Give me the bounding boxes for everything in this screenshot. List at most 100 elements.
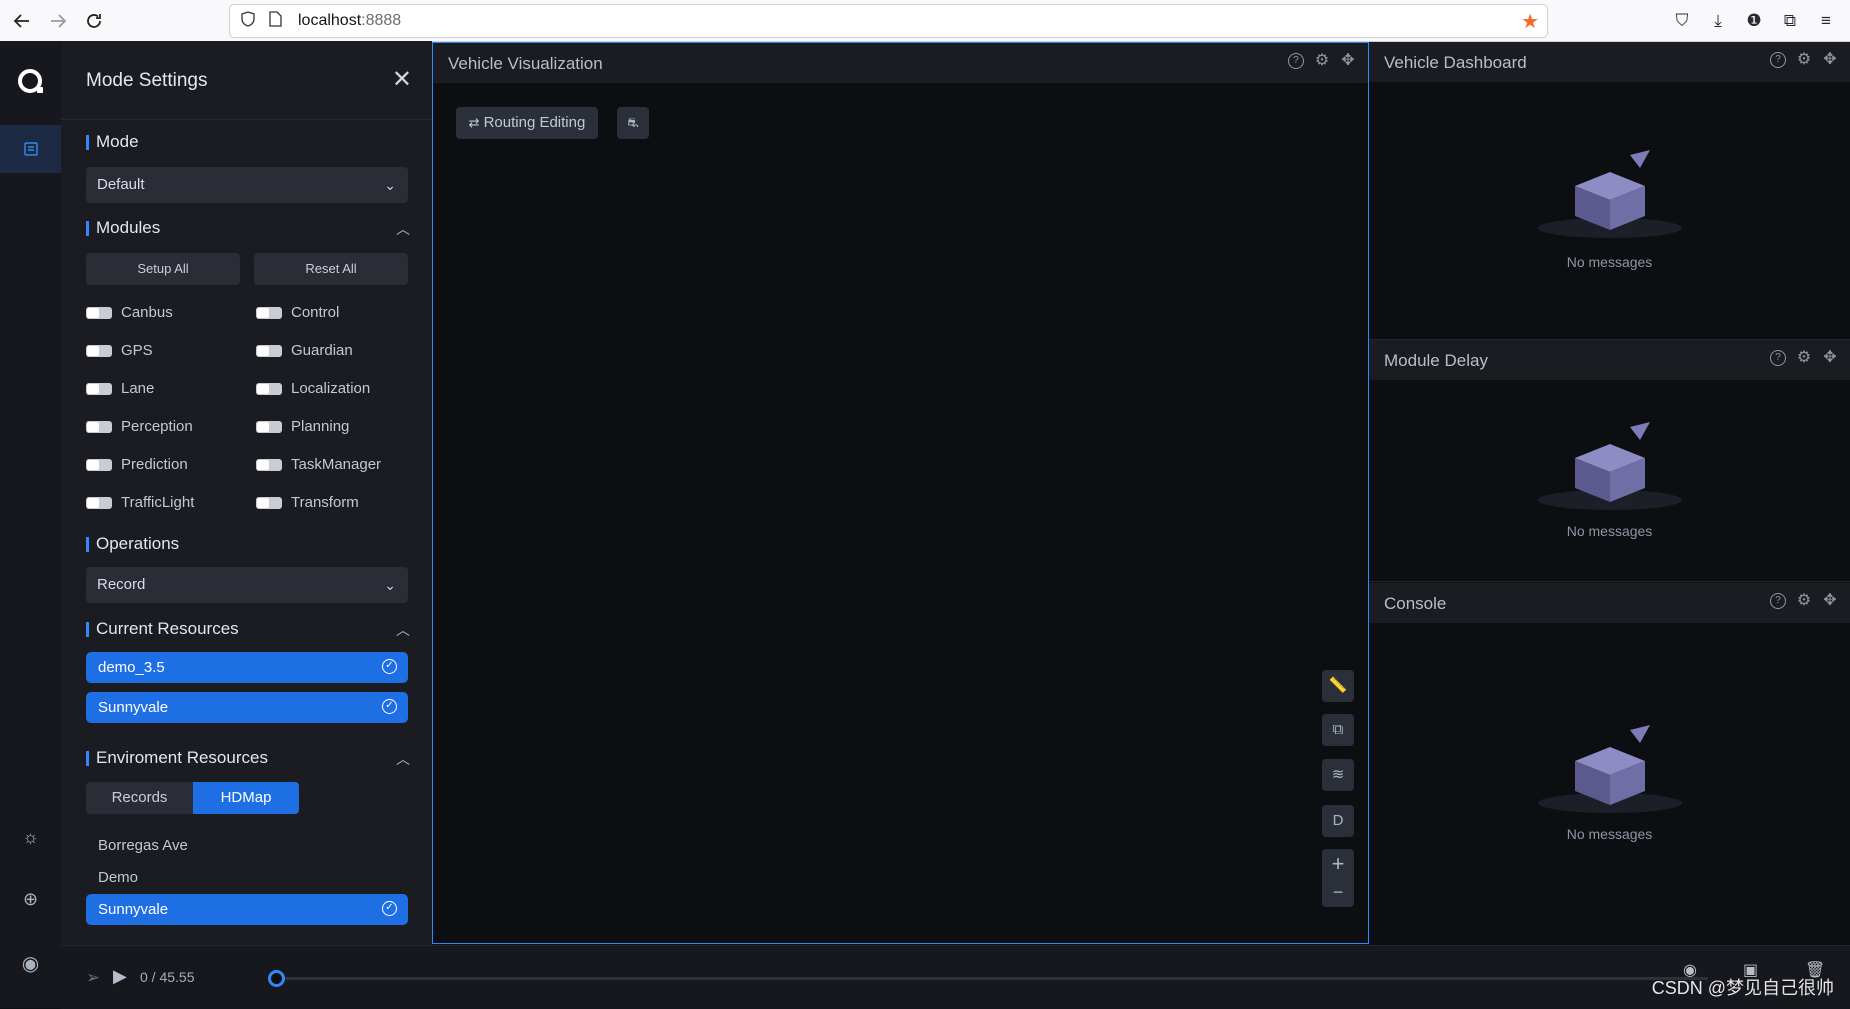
module-toggle[interactable]: TrafficLight — [86, 494, 194, 511]
map-item-selected[interactable]: Sunnyvale ✓ — [86, 894, 408, 925]
module-delay-panel: Module Delay ? ⚙ ✥ No messages — [1369, 340, 1850, 582]
menu-icon[interactable]: ≡ — [1814, 11, 1838, 31]
toggle-switch[interactable] — [86, 306, 112, 319]
chevron-up-icon[interactable]: ︿ — [396, 749, 410, 769]
empty-message: No messages — [1566, 523, 1653, 539]
route-options-button[interactable]: ⛐ — [617, 107, 649, 139]
toggle-switch[interactable] — [86, 344, 112, 357]
toggle-switch[interactable] — [86, 458, 112, 471]
account-badge-icon[interactable]: ❶ — [1742, 11, 1766, 31]
move-icon[interactable]: ✥ — [1822, 350, 1838, 366]
route-icon: ⛐ — [627, 115, 639, 130]
reset-all-button[interactable]: Reset All — [254, 253, 408, 285]
resource-item[interactable]: Sunnyvale ✓ — [86, 692, 408, 723]
toggle-switch[interactable] — [256, 458, 282, 471]
url-text[interactable]: localhost:8888 — [298, 12, 401, 30]
move-icon[interactable]: ✥ — [1822, 593, 1838, 609]
zoom-in-button[interactable]: + — [1322, 849, 1354, 878]
empty-message: No messages — [1566, 254, 1653, 270]
layers-button[interactable]: ≋ — [1322, 759, 1354, 791]
bookmark-star-icon[interactable]: ★ — [1521, 9, 1539, 34]
gear-icon[interactable]: ⚙ — [1314, 53, 1330, 69]
module-toggle[interactable]: Control — [256, 304, 339, 321]
gear-icon[interactable]: ⚙ — [1796, 593, 1812, 609]
user-avatar-icon[interactable]: ◉ — [0, 951, 61, 976]
mode-settings-nav[interactable] — [0, 125, 61, 173]
help-icon[interactable]: ? — [1288, 53, 1304, 69]
mode-select-value: Default — [97, 176, 145, 193]
zoom-out-button[interactable]: − — [1322, 878, 1354, 907]
chevron-down-icon: ⌄ — [384, 577, 396, 593]
toggle-switch[interactable] — [256, 382, 282, 395]
gear-icon[interactable]: ⚙ — [1796, 350, 1812, 366]
add-circle-icon[interactable]: ⊕ — [0, 889, 61, 910]
vehicle-dashboard-panel: Vehicle Dashboard ? ⚙ ✥ No messages — [1369, 42, 1850, 340]
chevron-up-icon[interactable]: ︿ — [396, 219, 410, 239]
progress-knob[interactable] — [268, 970, 285, 987]
panel-title: Vehicle Visualization — [448, 54, 603, 73]
modules-section-title: Modules — [86, 218, 160, 238]
module-toggle[interactable]: Planning — [256, 418, 349, 435]
move-icon[interactable]: ✥ — [1822, 52, 1838, 68]
setup-all-button[interactable]: Setup All — [86, 253, 240, 285]
address-bar[interactable]: localhost:8888 ★ — [229, 4, 1548, 38]
module-toggle[interactable]: GPS — [86, 342, 153, 359]
module-label: Planning — [291, 418, 350, 435]
view-mode-label: D — [1332, 812, 1344, 829]
map-label: Sunnyvale — [98, 901, 169, 918]
extensions-icon[interactable]: ⧉ — [1778, 11, 1802, 31]
module-toggle[interactable]: Guardian — [256, 342, 353, 359]
module-toggle[interactable]: Prediction — [86, 456, 188, 473]
map-item[interactable]: Borregas Ave — [98, 837, 188, 854]
route-swap-icon: ⇄ — [468, 115, 480, 130]
url-host: localhost — [298, 12, 362, 29]
module-toggle[interactable]: Canbus — [86, 304, 173, 321]
toggle-switch[interactable] — [256, 344, 282, 357]
map-item[interactable]: Demo — [98, 869, 138, 886]
routing-editing-button[interactable]: ⇄ Routing Editing — [456, 107, 598, 139]
gear-icon[interactable]: ⚙ — [1796, 52, 1812, 68]
mode-select[interactable]: Default ⌄ — [86, 167, 408, 203]
module-label: Transform — [291, 494, 359, 511]
copy-view-button[interactable]: ⧉ — [1322, 714, 1354, 746]
env-resources-title: Enviroment Resources — [86, 748, 268, 768]
reload-icon[interactable] — [76, 3, 112, 39]
module-toggle[interactable]: Transform — [256, 494, 359, 511]
toggle-switch[interactable] — [86, 420, 112, 433]
download-icon[interactable]: ⤓ — [1706, 11, 1730, 31]
module-toggle[interactable]: Localization — [256, 380, 370, 397]
resource-item[interactable]: demo_3.5 ✓ — [86, 652, 408, 683]
tab-hdmap[interactable]: HDMap — [193, 782, 299, 814]
view-mode-button[interactable]: D — [1322, 805, 1354, 837]
play-icon[interactable]: ▶ — [113, 966, 127, 987]
module-toggle[interactable]: Lane — [86, 380, 154, 397]
progress-track[interactable] — [278, 977, 1708, 980]
close-icon[interactable]: ✕ — [392, 65, 412, 94]
forward-icon[interactable] — [40, 3, 76, 39]
send-icon[interactable]: ➢ — [86, 968, 100, 988]
toggle-switch[interactable] — [256, 496, 282, 509]
move-icon[interactable]: ✥ — [1340, 53, 1356, 69]
ruler-icon: 📏 — [1328, 677, 1348, 694]
module-toggle[interactable]: Perception — [86, 418, 193, 435]
chevron-up-icon[interactable]: ︿ — [396, 620, 410, 640]
shield-icon[interactable] — [240, 10, 258, 32]
help-icon[interactable]: ? — [1770, 350, 1786, 366]
vehicle-visualization-panel[interactable]: Vehicle Visualization ? ⚙ ✥ ⇄ Routing Edi… — [432, 42, 1369, 944]
pocket-icon[interactable]: ⛉ — [1670, 11, 1694, 31]
help-icon[interactable]: ? — [1770, 593, 1786, 609]
tab-records[interactable]: Records — [86, 782, 193, 814]
ruler-tool-button[interactable]: 📏 — [1322, 670, 1354, 702]
operations-select[interactable]: Record ⌄ — [86, 567, 408, 603]
toggle-switch[interactable] — [256, 306, 282, 319]
toggle-switch[interactable] — [86, 496, 112, 509]
toggle-switch[interactable] — [256, 420, 282, 433]
check-circle-icon: ✓ — [382, 901, 397, 916]
help-icon[interactable]: ? — [1770, 52, 1786, 68]
toggle-switch[interactable] — [86, 382, 112, 395]
theme-sun-icon[interactable]: ☼ — [0, 827, 61, 848]
back-icon[interactable] — [4, 3, 40, 39]
document-icon — [23, 142, 38, 156]
module-toggle[interactable]: TaskManager — [256, 456, 381, 473]
console-panel: Console ? ⚙ ✥ No messages — [1369, 583, 1850, 945]
